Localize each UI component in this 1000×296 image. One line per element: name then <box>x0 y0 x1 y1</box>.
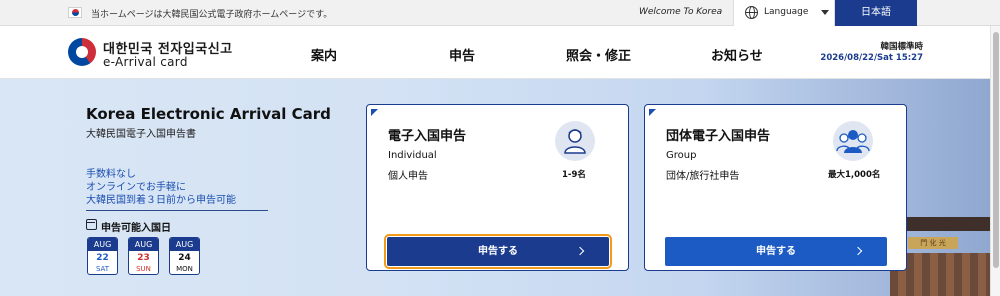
calendar-icon <box>86 219 97 230</box>
card-english-label: Individual <box>388 150 437 161</box>
caret-down-icon <box>821 10 829 15</box>
top-strip: 当ホームページは大韓民国公式電子政府ホームページです。 Welcome To K… <box>0 0 1000 26</box>
government-logo-icon[interactable] <box>68 38 96 66</box>
kst-clock: 2026/08/22/Sat 15:27 <box>820 53 923 63</box>
page-scrollbar[interactable] <box>990 26 1000 296</box>
site-header: 대한민국 전자입국신고 e-Arrival card 案内 申告 照会・修正 お… <box>0 26 1000 79</box>
date-weekday: SAT <box>95 265 110 273</box>
date-chip: AUG 24 MON <box>169 237 200 275</box>
feature-three-days: 大韓民国到着３日前から申告可能 <box>86 195 236 206</box>
official-site-notice: 当ホームページは大韓民国公式電子政府ホームページです。 <box>91 10 333 20</box>
group-declare-button[interactable]: 申告する <box>665 237 887 266</box>
card-title: 電子入国申告 <box>388 129 467 144</box>
person-icon <box>555 121 595 161</box>
date-day: 24 <box>178 253 191 263</box>
date-month: AUG <box>129 238 158 251</box>
nav-declaration[interactable]: 申告 <box>449 45 475 64</box>
card-english-label: Group <box>666 150 697 161</box>
date-day: 23 <box>137 253 150 263</box>
card-title: 団体電子入国申告 <box>666 129 771 144</box>
card-capacity: 最大1,000名 <box>828 170 881 180</box>
individual-declare-button[interactable]: 申告する <box>387 237 609 266</box>
group-icon <box>833 121 873 161</box>
date-day: 22 <box>96 253 109 263</box>
date-weekday: SUN <box>136 265 151 273</box>
japanese-language-button[interactable]: 日本語 <box>835 0 917 26</box>
individual-declaration-card: 電子入国申告 Individual 個人申告 1-9名 申告する <box>366 104 629 271</box>
card-capacity: 1-9名 <box>562 170 586 180</box>
hero-subtitle: 大韓民国電子入国申告書 <box>86 129 196 140</box>
hero-section: 門 化 光 Korea Electronic Arrival Card 大韓民国… <box>0 79 1000 296</box>
date-month: AUG <box>170 238 199 251</box>
nav-guide[interactable]: 案内 <box>311 45 337 64</box>
date-weekday: MON <box>176 265 193 273</box>
scrollbar-thumb[interactable] <box>993 32 999 268</box>
divider <box>86 210 268 211</box>
korea-flag-icon <box>68 7 82 18</box>
date-chip: AUG 23 SUN <box>128 237 159 275</box>
language-selector[interactable]: Language <box>733 0 835 26</box>
card-japanese-label: 個人申告 <box>388 171 428 182</box>
logo-english-text[interactable]: e-Arrival card <box>103 55 188 69</box>
language-label: Language <box>764 7 809 17</box>
available-dates-label: 申告可能入国日 <box>101 223 171 234</box>
palace-sign: 門 化 光 <box>908 237 958 249</box>
welcome-text: Welcome To Korea <box>639 7 723 17</box>
card-japanese-label: 団体/旅行社申告 <box>666 171 740 182</box>
globe-icon <box>745 6 758 19</box>
date-month: AUG <box>88 238 117 251</box>
group-declaration-card: 団体電子入国申告 Group 団体/旅行社申告 最大1,000名 申告する <box>644 104 907 271</box>
nav-inquiry-edit[interactable]: 照会・修正 <box>566 45 631 64</box>
hero-title: Korea Electronic Arrival Card <box>86 105 331 123</box>
nav-notices[interactable]: お知らせ <box>711 45 763 64</box>
date-chip: AUG 22 SAT <box>87 237 118 275</box>
kst-label: 韓国標準時 <box>880 42 923 52</box>
